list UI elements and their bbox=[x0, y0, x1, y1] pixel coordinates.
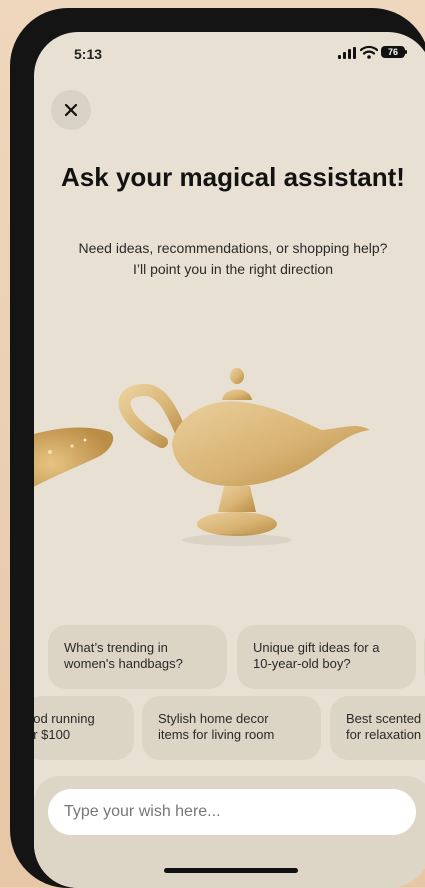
signal-icon bbox=[338, 47, 356, 59]
battery-tip bbox=[405, 50, 407, 54]
suggestion-row-1: What’s trending in women's handbags? Uni… bbox=[34, 625, 425, 689]
suggestion-chip[interactable]: Best scented for relaxation bbox=[330, 696, 425, 760]
suggestion-chip[interactable]: ood running er $100 bbox=[34, 696, 134, 760]
page-title: Ask your magical assistant! bbox=[61, 162, 405, 192]
suggestion-chip[interactable]: What’s trending in women's handbags? bbox=[48, 625, 227, 689]
status-time: 5:13 bbox=[74, 46, 103, 62]
suggestion-chip[interactable]: Unique gift ideas for a 10-year-old boy? bbox=[237, 625, 416, 689]
close-icon bbox=[64, 103, 78, 117]
status-bar: 5:13 76 bbox=[34, 32, 425, 76]
magic-lamp-icon bbox=[118, 368, 370, 546]
close-button[interactable] bbox=[51, 90, 91, 130]
app-screen: 5:13 76 Ask your magical assistant! Need… bbox=[34, 32, 425, 888]
battery-indicator: 76 bbox=[381, 46, 405, 58]
home-indicator[interactable] bbox=[164, 868, 298, 873]
wifi-icon bbox=[360, 45, 378, 59]
wish-input[interactable] bbox=[48, 789, 416, 835]
page-subtitle: Need ideas, recommendations, or shopping… bbox=[78, 240, 388, 277]
phone-frame: 5:13 76 Ask your magical assistant! Need… bbox=[10, 8, 425, 888]
suggestion-chip[interactable]: Stylish home decor items for living room bbox=[142, 696, 321, 760]
suggestion-row-2: ood running er $100 Stylish home decor i… bbox=[34, 696, 425, 760]
